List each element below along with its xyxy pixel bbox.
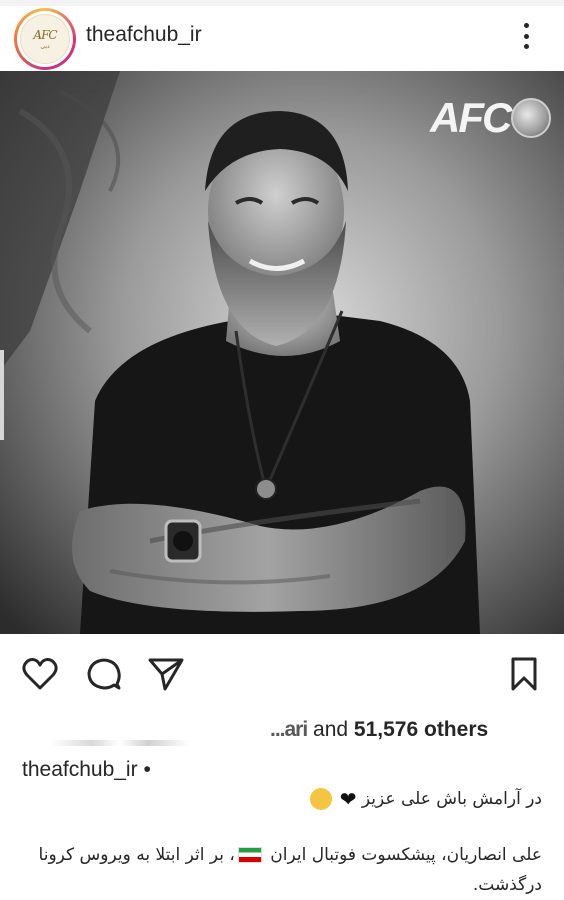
portrait-image <box>0 71 564 634</box>
comment-button[interactable] <box>84 654 124 694</box>
caption-line-2: علی انصاریان، پیشکسوت فوتبال ایران ، بر … <box>22 840 542 900</box>
save-button[interactable] <box>504 654 544 694</box>
liker-name-partial[interactable]: ...ari <box>270 718 308 741</box>
avatar-logo-text: AFC <box>33 28 57 42</box>
like-button[interactable] <box>20 654 60 694</box>
avatar-logo-subtext: دبی <box>40 44 50 50</box>
post-header: AFC دبی theafchub_ir <box>0 6 564 70</box>
football-icon <box>511 98 552 138</box>
caption-line-2-text-a: علی انصاریان، پیشکسوت فوتبال ایران <box>270 845 542 865</box>
afc-watermark-logo: AFC <box>430 94 552 142</box>
scroll-edge-indicator <box>0 350 4 440</box>
post-username[interactable]: theafchub_ir <box>86 23 202 47</box>
likes-count[interactable]: 51,576 others <box>354 718 488 741</box>
dot-icon <box>523 23 529 28</box>
more-options-icon[interactable] <box>516 20 536 52</box>
likes-summary[interactable]: ...ari and 51,576 others <box>270 718 488 742</box>
post-actions-bar <box>0 640 564 708</box>
caption-bullet: • <box>143 758 151 781</box>
avatar-ring-gap: AFC دبی <box>17 11 73 67</box>
avatar[interactable]: AFC دبی <box>14 8 76 70</box>
paper-plane-icon <box>148 658 184 691</box>
caption-line-1: در آرامش باش علی عزیز ❤ <box>22 784 542 814</box>
black-heart-icon: ❤ <box>339 787 357 811</box>
afc-watermark-text: AFC <box>430 94 512 141</box>
sad-face-emoji-icon <box>310 788 333 810</box>
likes-connector: and <box>307 718 354 741</box>
dot-icon <box>523 33 529 39</box>
comment-bubble-icon <box>87 658 121 690</box>
avatar-logo: AFC دبی <box>20 14 70 64</box>
caption-author[interactable]: theafchub_ir • <box>22 758 151 782</box>
heart-outline-icon <box>22 658 58 690</box>
share-button[interactable] <box>146 654 186 694</box>
scan-smudge <box>50 740 190 746</box>
post-photo[interactable] <box>0 71 564 634</box>
iran-flag-icon <box>237 847 262 863</box>
caption-line-1-text: در آرامش باش علی عزیز <box>361 789 542 809</box>
bookmark-icon <box>511 657 537 691</box>
dot-icon <box>523 44 529 49</box>
caption-username[interactable]: theafchub_ir <box>22 758 138 781</box>
